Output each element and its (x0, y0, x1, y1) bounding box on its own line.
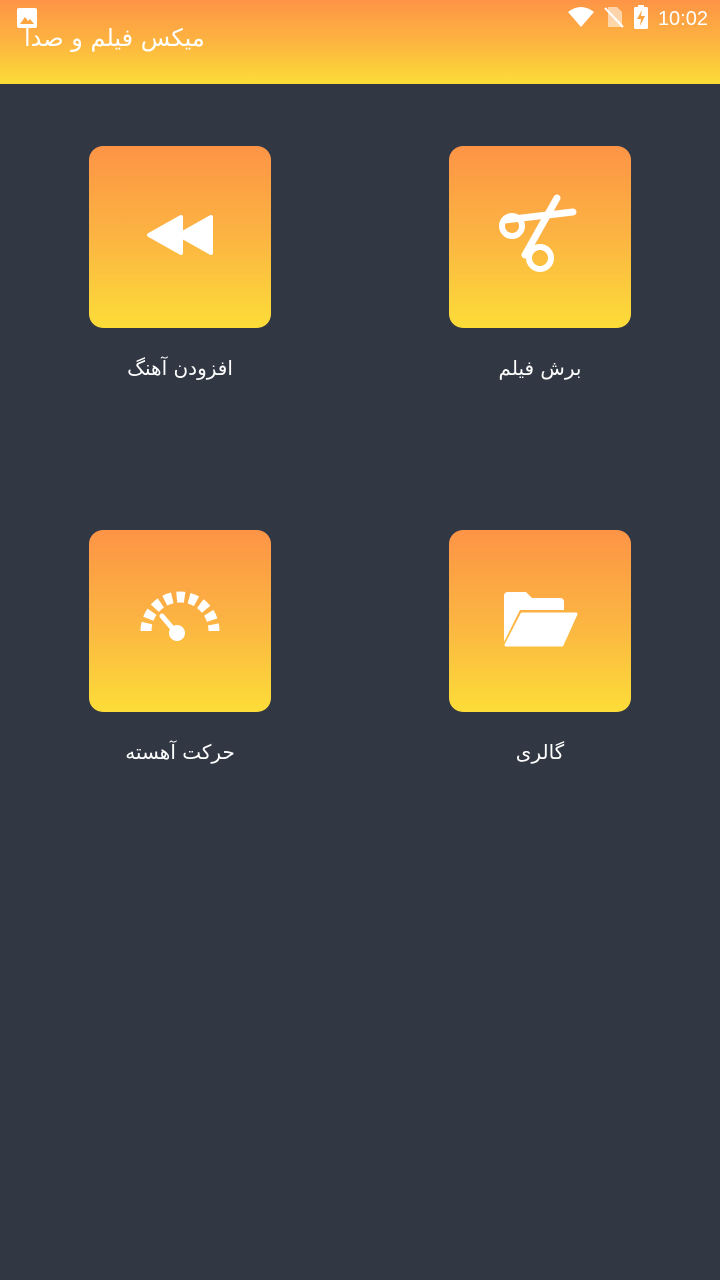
speedometer-icon (140, 591, 220, 651)
status-time: 10:02 (657, 7, 708, 30)
gallery-button[interactable] (449, 530, 631, 712)
rewind-icon (145, 215, 215, 259)
add-music-label: افزودن آهنگ (127, 356, 233, 380)
app-bar: 10:02 میکس فیلم و صدا (0, 0, 720, 84)
battery-charging-icon (633, 5, 648, 33)
slow-motion-label: حرکت آهسته (125, 740, 235, 764)
add-music-button[interactable] (89, 146, 271, 328)
cut-video-button[interactable] (449, 146, 631, 328)
scissors-icon (495, 190, 585, 284)
slow-motion-button[interactable] (89, 530, 271, 712)
app-title: میکس فیلم و صدا (24, 24, 205, 52)
folder-open-icon (502, 590, 578, 652)
cut-video-label: برش فیلم (498, 356, 582, 380)
wifi-icon (567, 7, 594, 31)
status-bar: 10:02 (567, 5, 708, 33)
no-sim-icon (604, 6, 624, 32)
gallery-label: گالری (515, 740, 565, 764)
